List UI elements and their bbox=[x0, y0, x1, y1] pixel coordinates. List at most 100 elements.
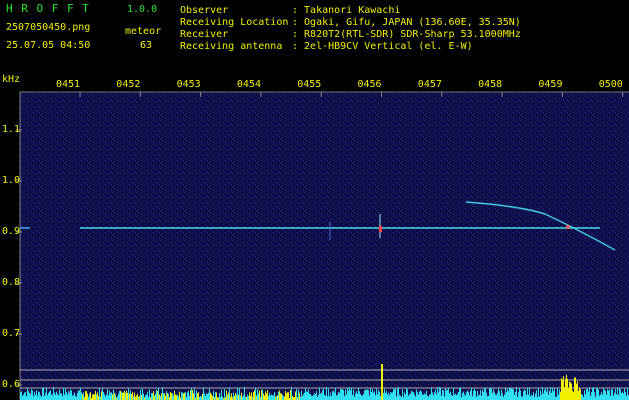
signal-bar bbox=[93, 394, 94, 400]
signal-bar bbox=[606, 394, 607, 400]
signal-bar bbox=[92, 394, 93, 400]
signal-bar bbox=[61, 393, 62, 400]
signal-bar bbox=[224, 389, 225, 400]
signal-bar bbox=[447, 389, 448, 400]
signal-bar bbox=[382, 364, 383, 400]
signal-bar bbox=[263, 393, 264, 400]
signal-bar bbox=[229, 388, 230, 400]
signal-bar bbox=[471, 387, 472, 400]
signal-bar bbox=[251, 392, 252, 400]
signal-bar bbox=[544, 389, 545, 400]
signal-bar bbox=[94, 394, 95, 400]
signal-bar bbox=[466, 392, 467, 400]
signal-bar bbox=[592, 388, 593, 400]
signal-bar bbox=[432, 392, 433, 400]
signal-bar bbox=[442, 389, 443, 400]
signal-bar bbox=[340, 388, 341, 400]
signal-bar bbox=[386, 390, 387, 400]
signal-bar bbox=[540, 390, 541, 400]
signal-bar bbox=[184, 392, 185, 400]
signal-bar bbox=[262, 389, 263, 400]
signal-bar bbox=[312, 395, 313, 400]
y-tick-label: 0.8 bbox=[2, 277, 21, 288]
signal-bar bbox=[360, 394, 361, 400]
signal-bar bbox=[332, 391, 333, 400]
signal-bar bbox=[303, 393, 304, 400]
signal-bar bbox=[526, 395, 527, 400]
signal-bar bbox=[478, 395, 479, 400]
signal-bar bbox=[410, 394, 411, 400]
signal-bar bbox=[22, 395, 23, 400]
signal-bar bbox=[207, 393, 208, 400]
signal-bar bbox=[609, 389, 610, 400]
signal-bar bbox=[548, 394, 549, 400]
signal-bar bbox=[107, 389, 108, 400]
signal-bar bbox=[419, 391, 420, 400]
signal-bar bbox=[271, 394, 272, 400]
signal-bar bbox=[102, 388, 103, 400]
signal-bar bbox=[547, 388, 548, 400]
signal-bar bbox=[454, 394, 455, 400]
signal-bar bbox=[436, 394, 437, 400]
signal-bar bbox=[443, 390, 444, 400]
signal-bar bbox=[408, 396, 409, 400]
signal-bar bbox=[366, 389, 367, 400]
signal-bar bbox=[355, 393, 356, 400]
signal-bar bbox=[520, 390, 521, 400]
signal-bar bbox=[619, 387, 620, 400]
x-tick-label: 0454 bbox=[236, 79, 261, 90]
signal-bar bbox=[25, 391, 26, 400]
signal-bar bbox=[378, 389, 379, 400]
signal-bar bbox=[545, 387, 546, 400]
signal-bar bbox=[392, 392, 393, 400]
signal-bar bbox=[570, 382, 571, 400]
signal-bar bbox=[330, 392, 331, 400]
y-tick-label: 0.7 bbox=[2, 328, 21, 339]
signal-bar bbox=[374, 391, 375, 400]
x-tick-label: 0459 bbox=[538, 79, 563, 90]
signal-bar bbox=[414, 394, 415, 400]
signal-bar bbox=[325, 395, 326, 400]
signal-bar bbox=[115, 394, 116, 400]
signal-bar bbox=[306, 391, 307, 400]
signal-bar bbox=[473, 390, 474, 400]
signal-bar bbox=[243, 395, 244, 400]
signal-bar bbox=[305, 387, 306, 400]
signal-bar bbox=[384, 388, 385, 400]
signal-bar bbox=[215, 392, 216, 400]
signal-bar bbox=[163, 393, 164, 400]
signal-bar bbox=[458, 391, 459, 400]
signal-bar bbox=[231, 393, 232, 400]
signal-bar bbox=[499, 390, 500, 400]
signal-bar bbox=[515, 391, 516, 400]
signal-bar bbox=[122, 392, 123, 400]
signal-bar bbox=[453, 388, 454, 400]
signal-bar bbox=[257, 389, 258, 400]
signal-bar bbox=[620, 389, 621, 400]
signal-bar bbox=[568, 388, 569, 400]
signal-bar bbox=[203, 387, 204, 400]
signal-bar bbox=[66, 392, 67, 400]
signal-bar bbox=[43, 387, 44, 400]
signal-bar bbox=[533, 391, 534, 400]
signal-bar bbox=[319, 387, 320, 400]
signal-bar bbox=[445, 388, 446, 400]
signal-bar bbox=[626, 395, 627, 400]
signal-bar bbox=[599, 395, 600, 400]
signal-bar bbox=[112, 394, 113, 400]
signal-bar bbox=[23, 394, 24, 400]
signal-bar bbox=[331, 395, 332, 400]
signal-bar bbox=[602, 394, 603, 400]
signal-bar bbox=[265, 391, 266, 400]
signal-bar bbox=[348, 390, 349, 400]
signal-bar bbox=[456, 395, 457, 400]
signal-bar bbox=[173, 395, 174, 400]
signal-bar bbox=[274, 392, 275, 400]
signal-bar bbox=[235, 393, 236, 400]
signal-bar bbox=[46, 387, 47, 400]
signal-bar bbox=[35, 394, 36, 400]
signal-bar bbox=[394, 389, 395, 400]
signal-bar bbox=[44, 395, 45, 400]
signal-bar bbox=[433, 395, 434, 400]
signal-bar bbox=[338, 391, 339, 400]
